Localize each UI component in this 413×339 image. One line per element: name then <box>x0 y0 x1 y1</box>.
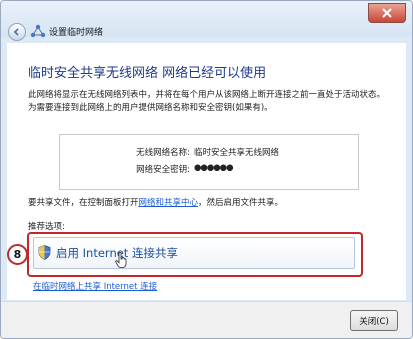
network-name-value: 临时安全共享无线网络 <box>194 148 280 158</box>
share-internet-link[interactable]: 在临时网络上共享 Internet 连接 <box>33 280 157 292</box>
step-number-badge: 8 <box>7 244 28 265</box>
page-heading: 临时安全共享无线网络 网络已经可以使用 <box>28 66 267 81</box>
share-prefix: 要共享文件，在控制面板打开 <box>28 198 139 208</box>
dialog-window: 设置临时网络 临时安全共享无线网络 网络已经可以使用 此网络将显示在无线网络列表… <box>0 0 413 339</box>
close-icon <box>382 8 392 18</box>
security-key-value: ●●●●●● <box>194 163 234 173</box>
window-close-button[interactable] <box>368 3 406 23</box>
enable-ics-button[interactable]: 启用 Internet 连接共享 <box>33 237 355 269</box>
network-icon <box>30 24 46 38</box>
back-arrow-icon <box>13 28 19 36</box>
window-title: 设置临时网络 <box>49 28 104 38</box>
security-key-label: 网络安全密钥: <box>136 165 190 175</box>
description-text: 此网络将显示在无线网络列表中，并将在每个用户从该网络上断开连接之前一直处于活动状… <box>28 90 386 113</box>
back-button[interactable] <box>8 23 26 41</box>
network-name-label: 无线网络名称: <box>136 148 190 158</box>
close-button[interactable]: 关闭(C) <box>350 310 398 331</box>
share-suffix: ，然后启用文件共享。 <box>198 198 284 208</box>
hand-cursor-icon <box>115 252 127 268</box>
network-center-link[interactable]: 网络和共享中心 <box>139 198 199 208</box>
shield-icon <box>38 245 51 260</box>
recommended-label: 推荐选项: <box>28 222 65 232</box>
share-instructions: 要共享文件，在控制面板打开网络和共享中心，然后启用文件共享。 <box>28 196 283 208</box>
network-info-box: 无线网络名称: 临时安全共享无线网络 网络安全密钥: ●●●●●● <box>59 134 359 190</box>
